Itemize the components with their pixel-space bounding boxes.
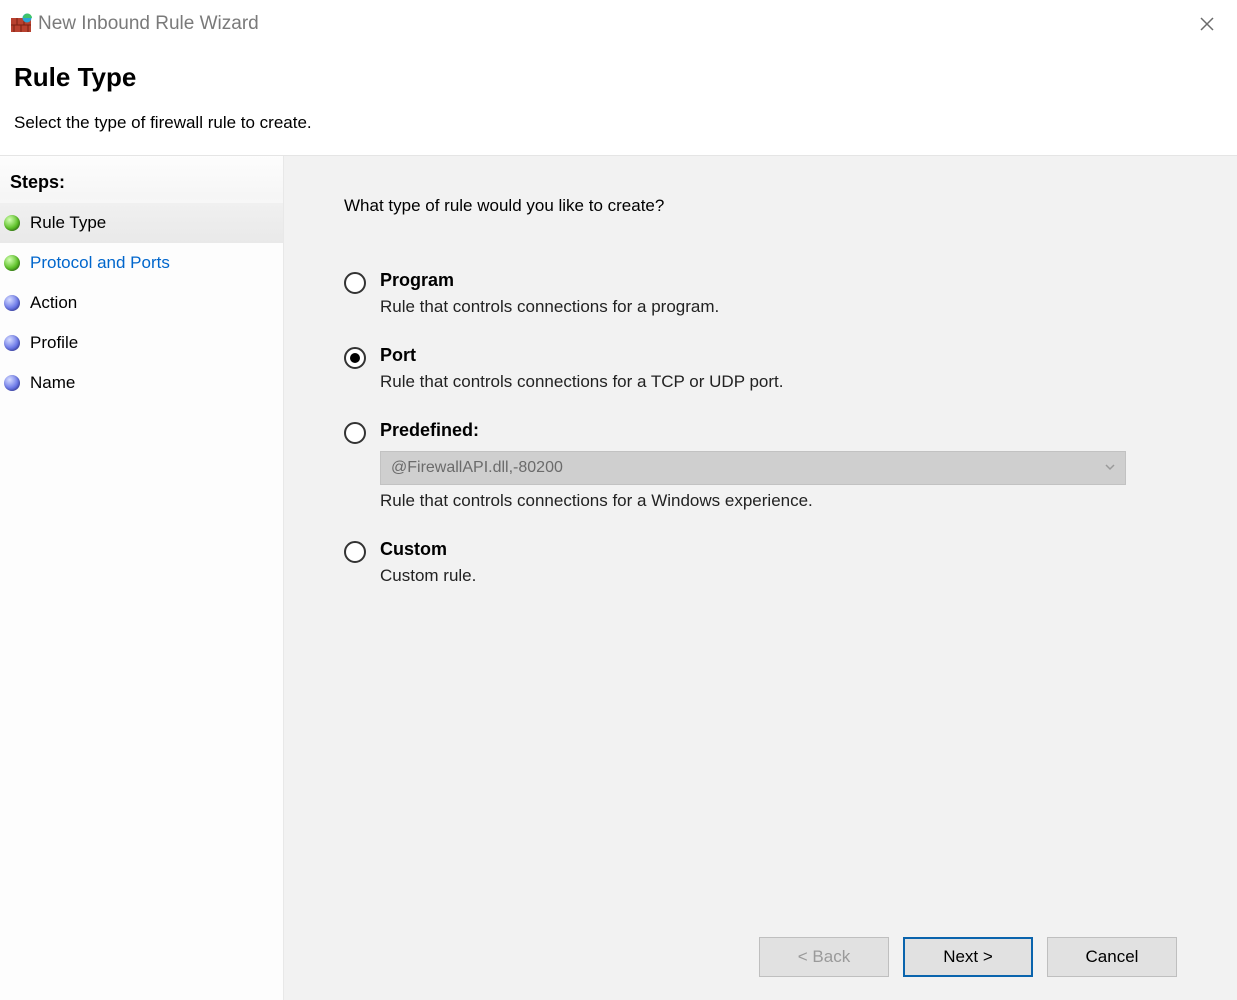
- radio-predefined[interactable]: [344, 422, 366, 444]
- radio-port[interactable]: [344, 347, 366, 369]
- firewall-icon: [10, 13, 38, 35]
- steps-sidebar: Steps: Rule Type Protocol and Ports Acti…: [0, 156, 284, 1000]
- step-label: Profile: [30, 333, 78, 353]
- step-profile[interactable]: Profile: [0, 323, 283, 363]
- close-icon[interactable]: [1187, 4, 1227, 44]
- steps-heading: Steps:: [0, 168, 283, 203]
- titlebar: New Inbound Rule Wizard: [0, 0, 1237, 48]
- page-subtitle: Select the type of firewall rule to crea…: [14, 105, 1223, 133]
- window-title: New Inbound Rule Wizard: [38, 13, 259, 35]
- option-title: Custom: [380, 539, 476, 560]
- option-port[interactable]: Port Rule that controls connections for …: [344, 345, 1177, 392]
- step-protocol-and-ports[interactable]: Protocol and Ports: [0, 243, 283, 283]
- option-title: Port: [380, 345, 783, 366]
- predefined-combo-value: @FirewallAPI.dll,-80200: [391, 459, 563, 477]
- option-custom[interactable]: Custom Custom rule.: [344, 539, 1177, 586]
- option-desc: Custom rule.: [380, 566, 476, 586]
- option-title: Program: [380, 270, 719, 291]
- step-bullet-icon: [4, 255, 20, 271]
- rule-type-prompt: What type of rule would you like to crea…: [344, 196, 1177, 216]
- step-label: Rule Type: [30, 213, 106, 233]
- option-desc: Rule that controls connections for a TCP…: [380, 372, 783, 392]
- option-title: Predefined:: [380, 420, 1126, 441]
- step-name[interactable]: Name: [0, 363, 283, 403]
- step-bullet-icon: [4, 215, 20, 231]
- cancel-button[interactable]: Cancel: [1047, 937, 1177, 977]
- wizard-footer: < Back Next > Cancel: [759, 937, 1177, 977]
- radio-custom[interactable]: [344, 541, 366, 563]
- page-title: Rule Type: [14, 62, 1223, 93]
- step-bullet-icon: [4, 295, 20, 311]
- wizard-main: What type of rule would you like to crea…: [284, 156, 1237, 1000]
- wizard-header: Rule Type Select the type of firewall ru…: [0, 48, 1237, 155]
- step-label: Action: [30, 293, 77, 313]
- next-button[interactable]: Next >: [903, 937, 1033, 977]
- step-rule-type[interactable]: Rule Type: [0, 203, 283, 243]
- step-bullet-icon: [4, 375, 20, 391]
- step-label: Name: [30, 373, 75, 393]
- option-program[interactable]: Program Rule that controls connections f…: [344, 270, 1177, 317]
- back-button: < Back: [759, 937, 889, 977]
- step-label: Protocol and Ports: [30, 253, 170, 273]
- step-bullet-icon: [4, 335, 20, 351]
- step-action[interactable]: Action: [0, 283, 283, 323]
- predefined-combo: @FirewallAPI.dll,-80200: [380, 451, 1126, 485]
- option-predefined[interactable]: Predefined: @FirewallAPI.dll,-80200 Rule…: [344, 420, 1177, 511]
- option-desc: Rule that controls connections for a pro…: [380, 297, 719, 317]
- option-desc: Rule that controls connections for a Win…: [380, 491, 1126, 511]
- chevron-down-icon: [1105, 459, 1115, 477]
- radio-program[interactable]: [344, 272, 366, 294]
